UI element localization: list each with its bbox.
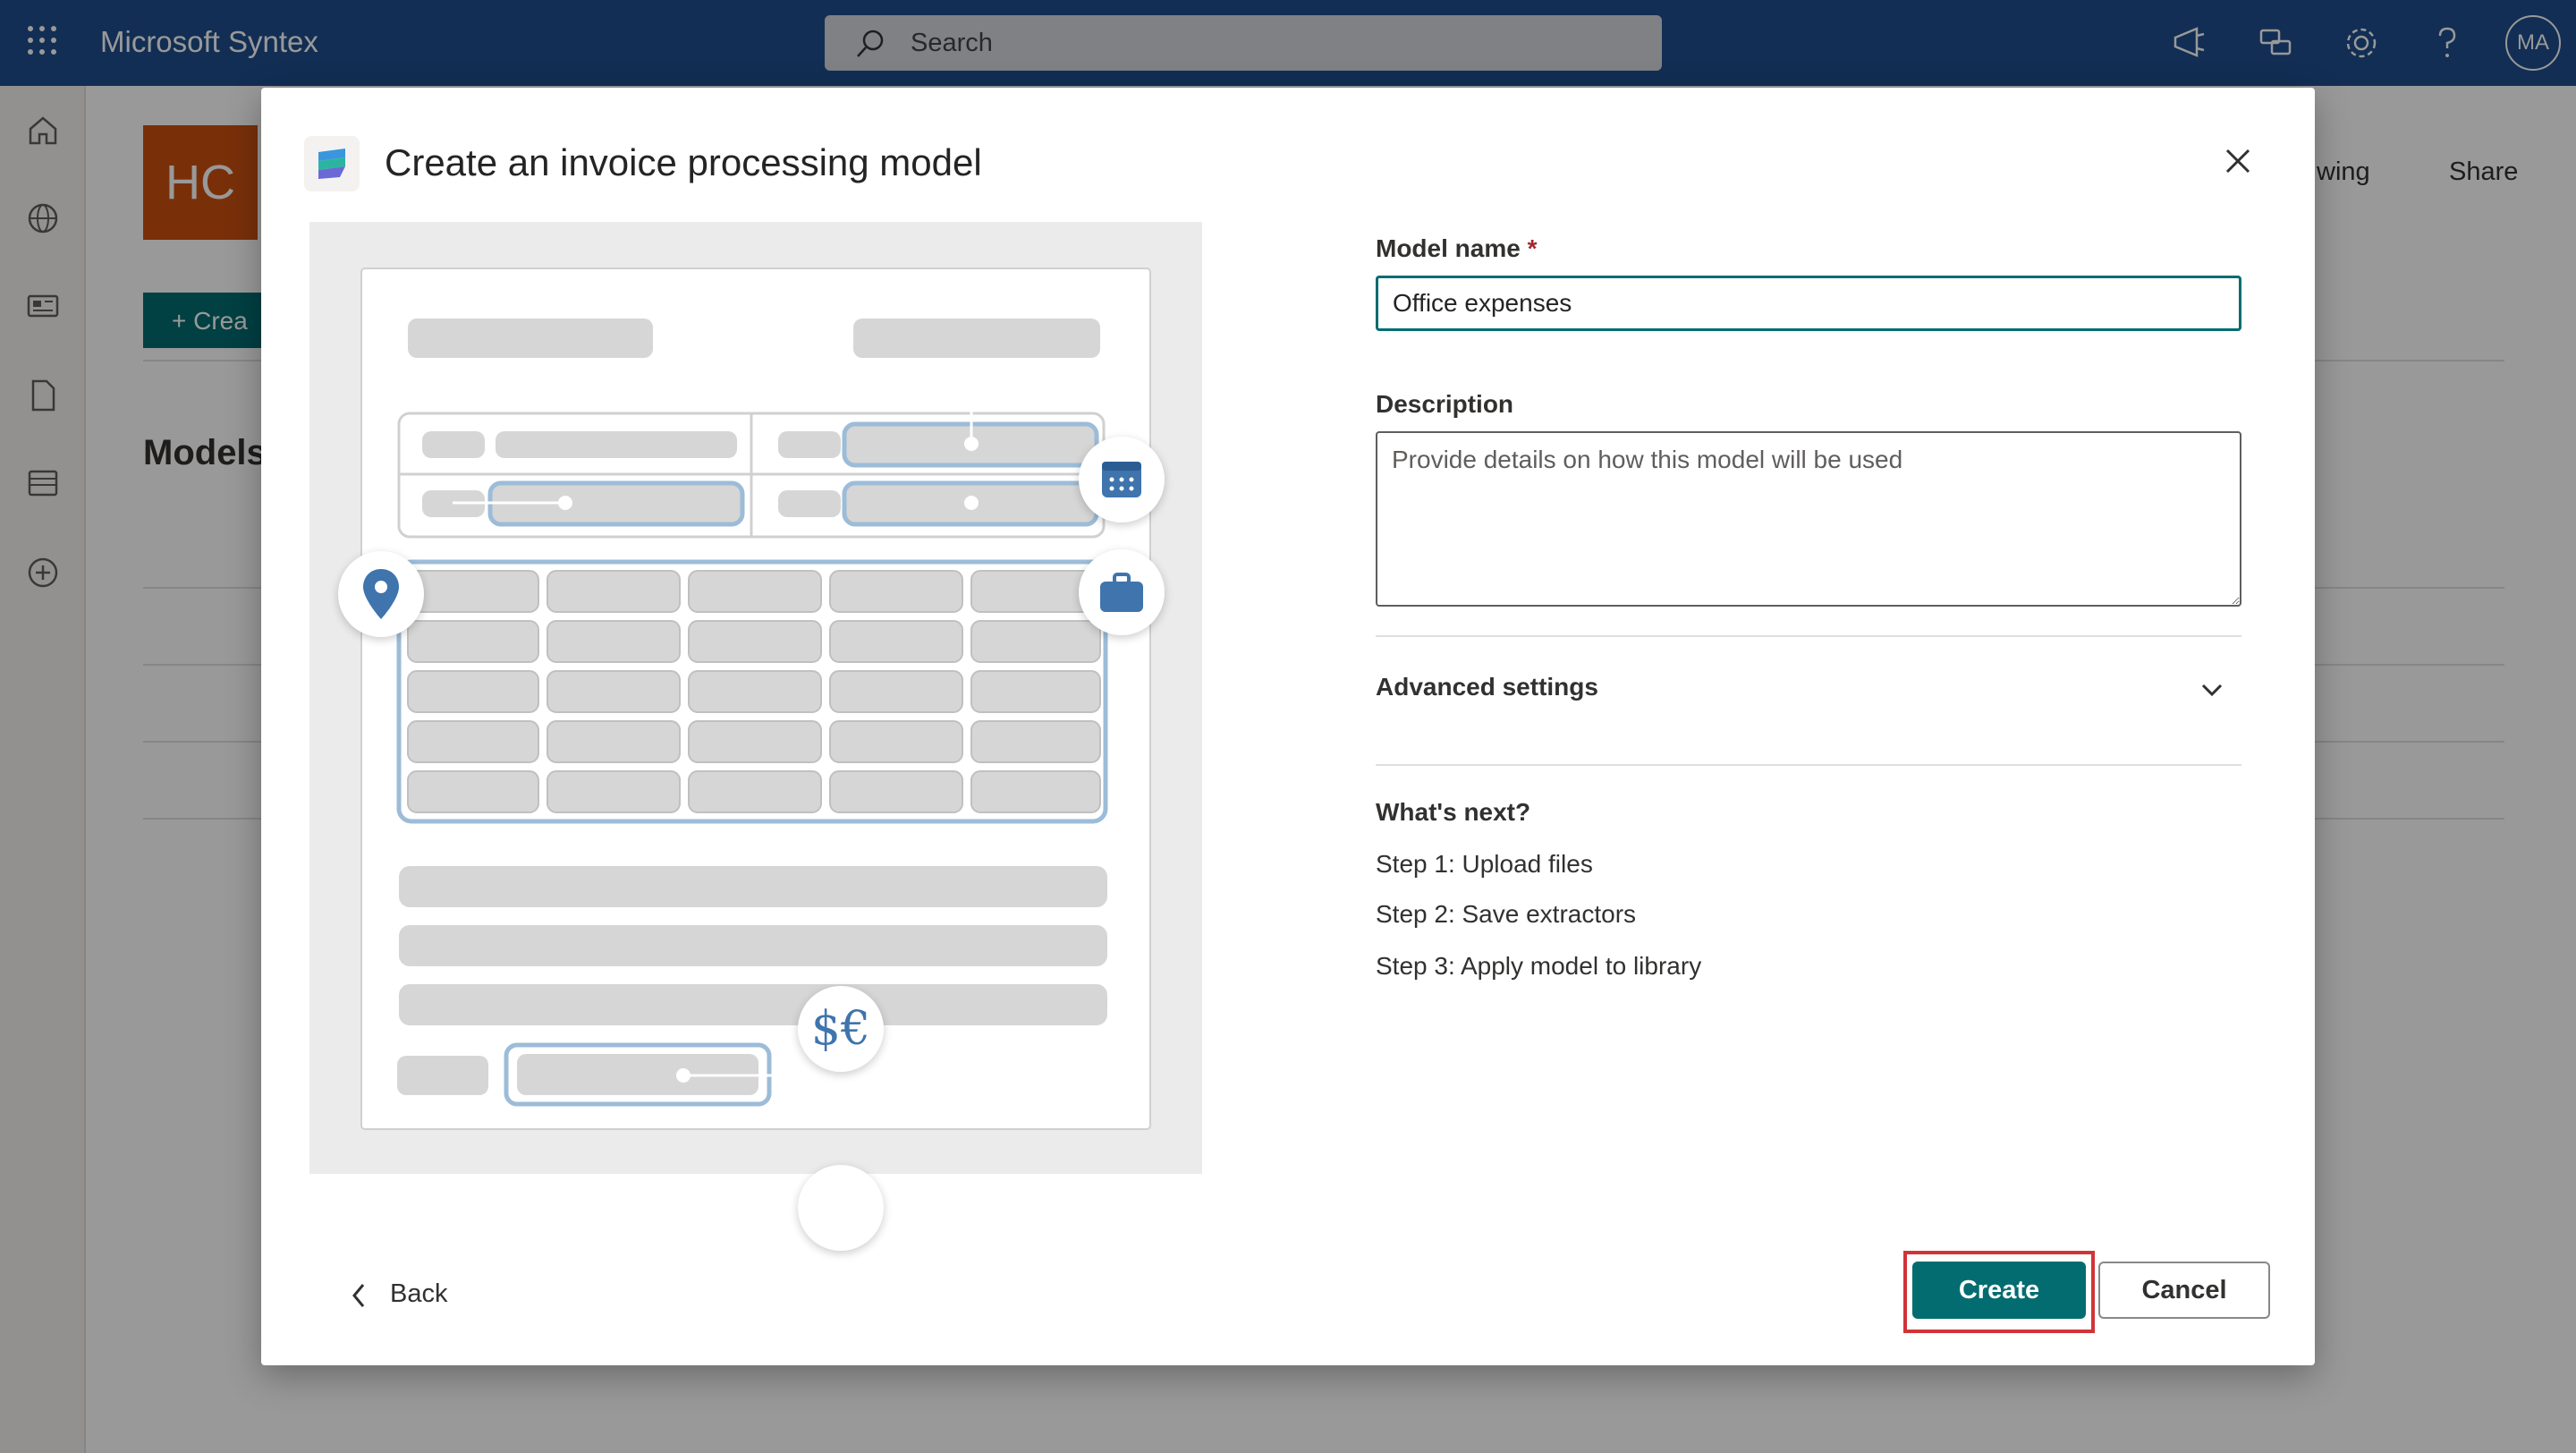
advanced-settings-label: Advanced settings [1376, 673, 1598, 701]
currency-symbol: $€ [810, 1002, 871, 1056]
required-mark: * [1527, 234, 1538, 262]
divider [1376, 764, 2241, 766]
dialog-title: Create an invoice processing model [385, 141, 982, 183]
currency-badge: $€ [798, 986, 884, 1072]
description-label: Description [1376, 390, 1514, 418]
syntex-logo-icon [304, 136, 360, 191]
location-pin-icon [338, 551, 424, 637]
model-name-input[interactable] [1376, 276, 2241, 331]
model-name-label: Model name * [1376, 234, 1538, 262]
step-2: Step 2: Save extractors [1376, 900, 1637, 928]
briefcase-icon [1079, 549, 1165, 635]
create-button[interactable]: Create [1912, 1262, 2086, 1319]
create-model-dialog: Create an invoice processing model $€ Mo… [261, 88, 2315, 1365]
cancel-button[interactable]: Cancel [2098, 1262, 2270, 1319]
calendar-icon [1079, 437, 1165, 523]
step-1: Step 1: Upload files [1376, 850, 1593, 878]
invoice-illustration [309, 222, 1202, 1251]
advanced-settings-toggle[interactable]: Advanced settings [1376, 655, 2241, 726]
chevron-left-icon [352, 1284, 365, 1307]
whats-next-title: What's next? [1376, 798, 1531, 826]
description-input[interactable] [1376, 431, 2241, 607]
back-label: Back [390, 1279, 448, 1308]
step-3: Step 3: Apply model to library [1376, 952, 1702, 980]
currency-icon [798, 1165, 884, 1251]
chevron-down-icon [2201, 684, 2223, 697]
close-icon[interactable] [2220, 143, 2256, 179]
divider [1376, 635, 2241, 637]
